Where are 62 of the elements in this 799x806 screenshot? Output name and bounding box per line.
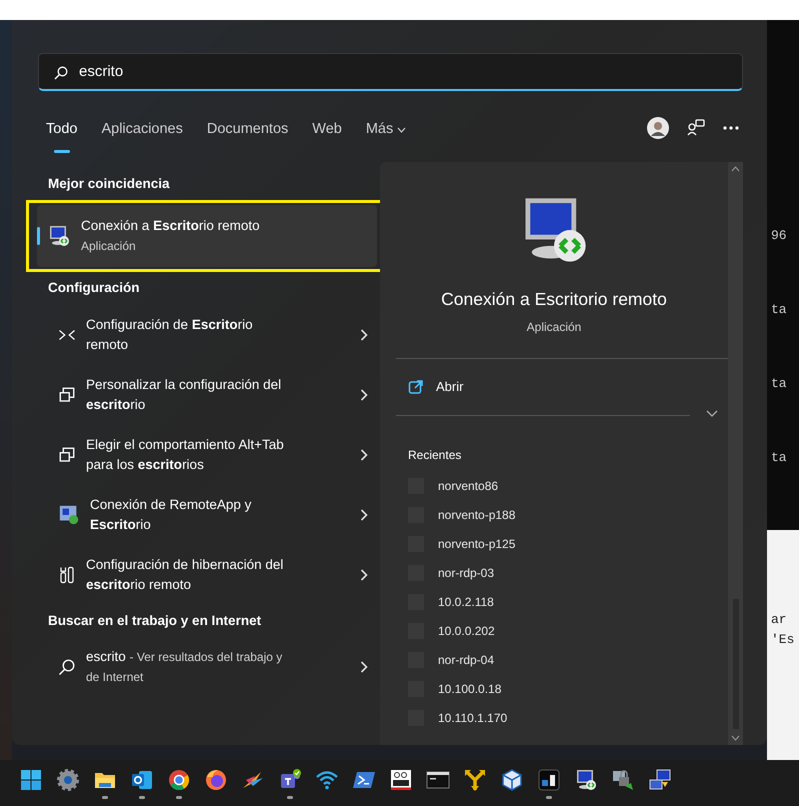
viewer-app-icon [389, 768, 413, 792]
recent-item[interactable]: 10.100.0.18 [396, 674, 728, 704]
result-item[interactable]: Configuración de Escritorio remoto [38, 304, 378, 364]
network-lock-icon [611, 768, 635, 792]
result-item[interactable]: Personalizar la configuración del escritorio [38, 364, 378, 424]
background-text: 'Es [771, 632, 796, 648]
filter-tab[interactable]: Aplicaciones [93, 115, 191, 153]
search-field[interactable]: escrito [38, 53, 743, 91]
browser-icon [167, 768, 191, 792]
remote-desktop-icon [574, 768, 598, 792]
open-link[interactable]: Abrir [396, 359, 464, 415]
recent-item[interactable]: norvento-p188 [396, 500, 728, 530]
search-icon [54, 66, 68, 80]
filter-tab[interactable]: Más [358, 115, 414, 153]
result-item[interactable]: Configuración de hibernación del escritorio remoto [38, 544, 378, 604]
recent-item[interactable]: 10.110.1.170 [396, 704, 728, 733]
recent-item[interactable]: 10.0.2.118 [396, 588, 728, 617]
search-icon [58, 658, 76, 676]
result-item[interactable]: Elegir el comportamiento Alt+Tab para los escritorios [38, 424, 378, 484]
section-heading: Configuración [48, 279, 140, 298]
start-icon [19, 768, 43, 792]
recent-item[interactable]: norvento-p125 [396, 530, 728, 559]
background-text: ta [771, 376, 788, 392]
browser-icon [204, 768, 228, 792]
scroll-up-icon[interactable] [731, 166, 740, 172]
scrollbar[interactable] [728, 162, 743, 745]
filter-tab[interactable]: Documentos [198, 115, 296, 153]
recent-item[interactable]: norvento86 [396, 472, 728, 501]
filter-tab[interactable]: Todo [38, 115, 86, 153]
result-item[interactable]: escrito - Ver resultados del trabajo y de Internet [38, 636, 378, 697]
expand-icon[interactable] [706, 410, 718, 418]
app-tile-icon [537, 768, 561, 792]
section-heading: Buscar en el trabajo y en Internet [48, 612, 262, 630]
more-icon[interactable] [723, 126, 739, 130]
background-text: ar [771, 612, 788, 628]
result-item[interactable]: Conexión de RemoteApp y Escritorio [38, 484, 378, 544]
avatar-icon[interactable] [647, 117, 669, 139]
cube-icon [500, 768, 524, 792]
tools-icon [58, 566, 76, 584]
recent-heading: Recientes [408, 446, 462, 464]
background-text: ta [771, 302, 788, 318]
remote-desktop-icon [47, 224, 71, 248]
feedback-icon[interactable] [687, 119, 705, 137]
background-text: ta [771, 450, 788, 466]
filter-tab[interactable]: Web [304, 115, 350, 153]
recent-item[interactable]: 10.0.0.202 [396, 616, 728, 646]
app-type: Aplicación [526, 319, 582, 336]
recent-item[interactable]: nor-rdp-04 [396, 646, 728, 675]
open-external-icon [408, 379, 424, 395]
arrows-app-icon [463, 768, 487, 792]
result-item[interactable]: Conexión a Escritorio remoto Aplicación [37, 205, 377, 268]
network-icon [648, 768, 672, 792]
settings-icon [56, 768, 80, 792]
app-title: Conexión a Escritorio remoto [441, 288, 667, 311]
overlapping-windows-icon [58, 446, 76, 464]
section-heading: Mejor coincidencia [48, 175, 171, 193]
scroll-down-icon[interactable] [731, 735, 740, 741]
remoteapp-icon [58, 504, 80, 526]
caret-icon [397, 127, 406, 133]
overlapping-windows-icon [58, 386, 76, 404]
background-text: 96 [771, 228, 788, 244]
recent-item[interactable]: nor-rdp-03 [396, 558, 728, 588]
